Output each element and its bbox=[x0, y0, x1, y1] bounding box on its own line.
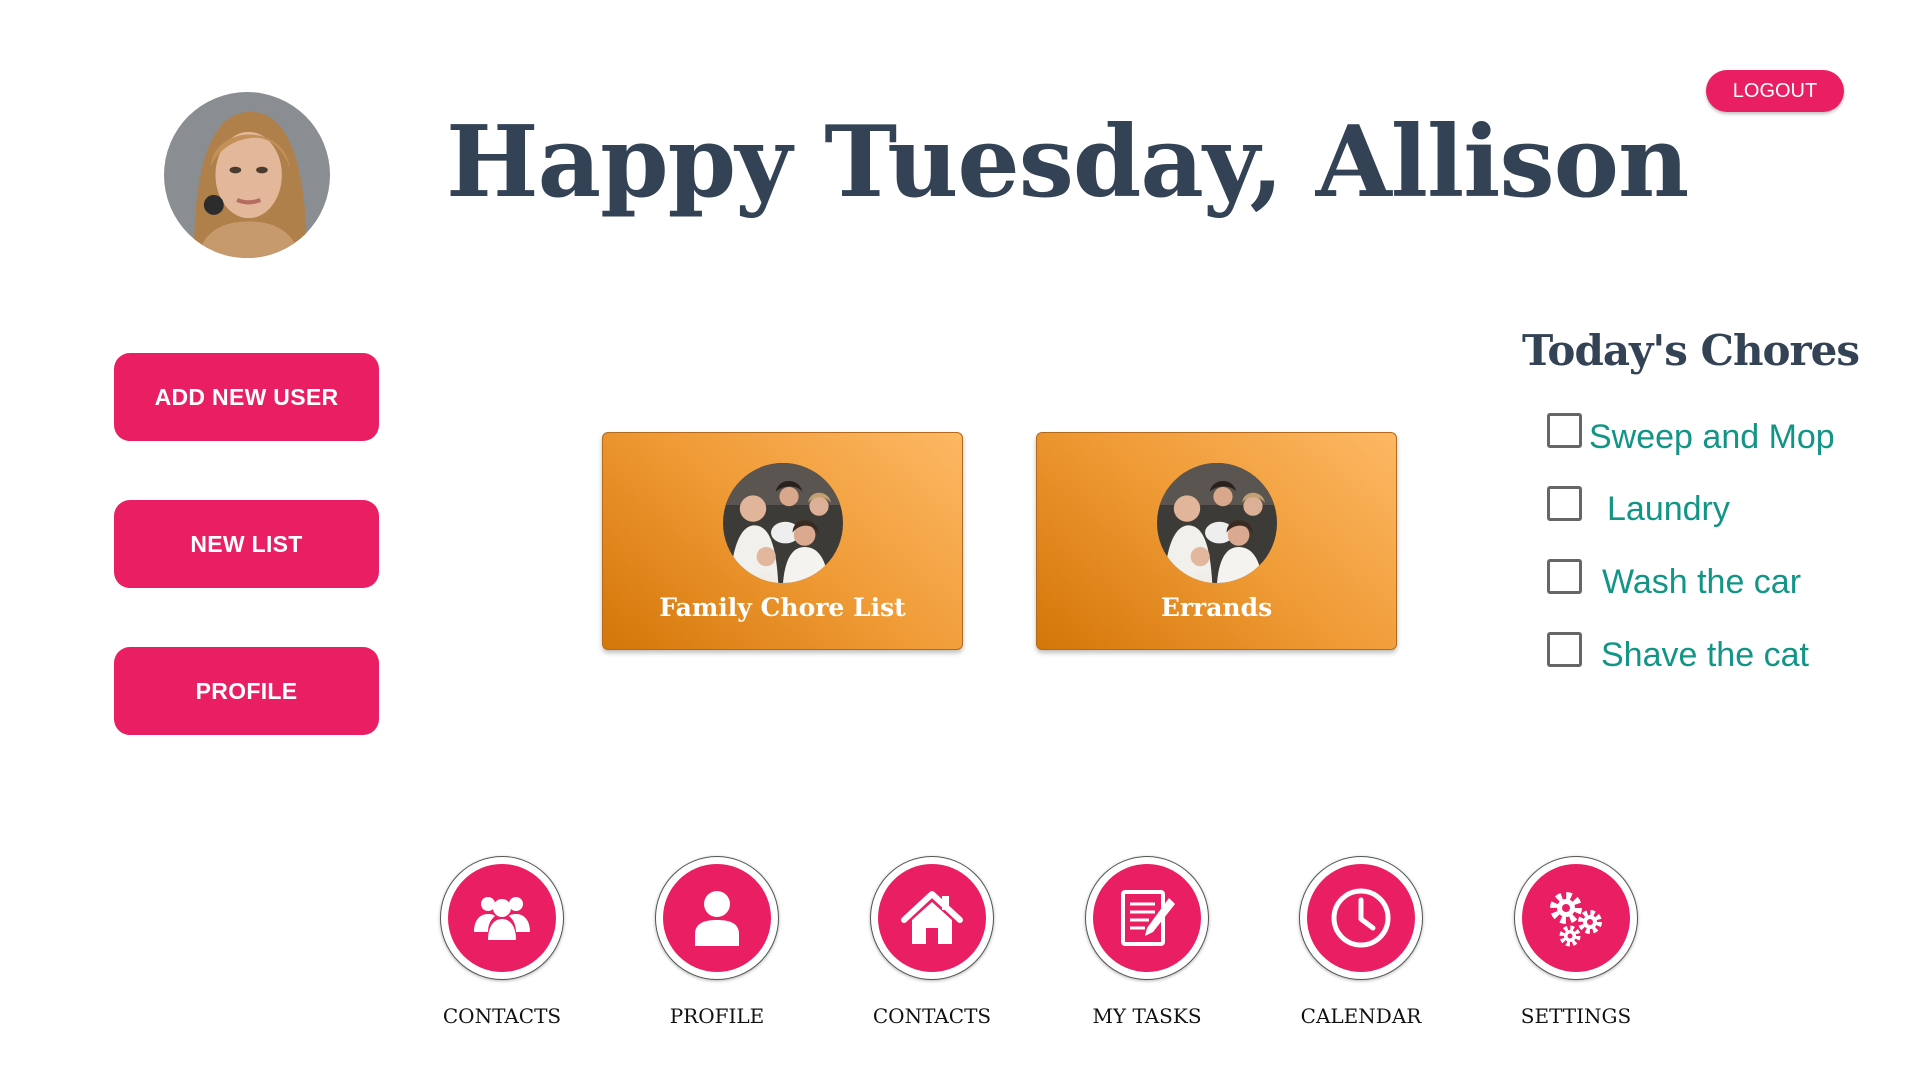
person-icon bbox=[663, 864, 771, 972]
chore-checkbox[interactable] bbox=[1547, 632, 1582, 667]
nav-icon-ring bbox=[655, 856, 779, 980]
nav-icon-ring bbox=[440, 856, 564, 980]
chore-item: Laundry bbox=[1547, 486, 1847, 528]
nav-icon-ring bbox=[1085, 856, 1209, 980]
home-icon bbox=[878, 864, 986, 972]
profile-button[interactable]: PROFILE bbox=[114, 647, 379, 735]
chore-label: Laundry bbox=[1607, 490, 1730, 528]
nav-icon-ring bbox=[1514, 856, 1638, 980]
nav-my-tasks[interactable]: MY TASKS bbox=[1085, 856, 1209, 1028]
nav-icon-ring bbox=[1299, 856, 1423, 980]
chore-item: Shave the cat bbox=[1547, 632, 1847, 674]
user-avatar[interactable] bbox=[164, 92, 330, 258]
chore-label: Wash the car bbox=[1602, 563, 1802, 601]
clock-icon bbox=[1307, 864, 1415, 972]
chore-item: Sweep and Mop bbox=[1547, 413, 1847, 456]
new-list-button[interactable]: NEW LIST bbox=[114, 500, 379, 588]
chore-label: Shave the cat bbox=[1601, 636, 1809, 674]
nav-label: CONTACTS bbox=[872, 1004, 992, 1028]
tasks-icon bbox=[1093, 864, 1201, 972]
nav-contacts[interactable]: CONTACTS bbox=[440, 856, 564, 1028]
list-card-family-chore-list[interactable]: Family Chore List bbox=[602, 432, 963, 650]
nav-label: SETTINGS bbox=[1520, 1004, 1632, 1028]
list-card-label: Family Chore List bbox=[659, 593, 906, 622]
chores-title: Today's Chores bbox=[1522, 326, 1860, 375]
gears-icon bbox=[1522, 864, 1630, 972]
nav-label: CALENDAR bbox=[1300, 1004, 1422, 1028]
nav-home[interactable]: CONTACTS bbox=[870, 856, 994, 1028]
greeting-heading: Happy Tuesday, Allison bbox=[446, 105, 1689, 220]
nav-calendar[interactable]: CALENDAR bbox=[1299, 856, 1423, 1028]
nav-settings[interactable]: SETTINGS bbox=[1514, 856, 1638, 1028]
family-photo bbox=[1157, 463, 1277, 583]
list-card-label: Errands bbox=[1160, 593, 1273, 622]
chore-item: Wash the car bbox=[1547, 559, 1847, 601]
chore-checkbox[interactable] bbox=[1547, 486, 1582, 521]
nav-profile[interactable]: PROFILE bbox=[655, 856, 779, 1028]
chore-checkbox[interactable] bbox=[1547, 559, 1582, 594]
list-card-errands[interactable]: Errands bbox=[1036, 432, 1397, 650]
logout-button[interactable]: LOGOUT bbox=[1706, 70, 1844, 112]
nav-icon-ring bbox=[870, 856, 994, 980]
family-photo bbox=[723, 463, 843, 583]
nav-label: PROFILE bbox=[669, 1004, 765, 1028]
nav-label: MY TASKS bbox=[1092, 1004, 1202, 1028]
nav-label: CONTACTS bbox=[442, 1004, 562, 1028]
people-icon bbox=[448, 864, 556, 972]
chore-checkbox[interactable] bbox=[1547, 413, 1582, 448]
add-new-user-button[interactable]: ADD NEW USER bbox=[114, 353, 379, 441]
chore-label: Sweep and Mop bbox=[1589, 418, 1835, 456]
